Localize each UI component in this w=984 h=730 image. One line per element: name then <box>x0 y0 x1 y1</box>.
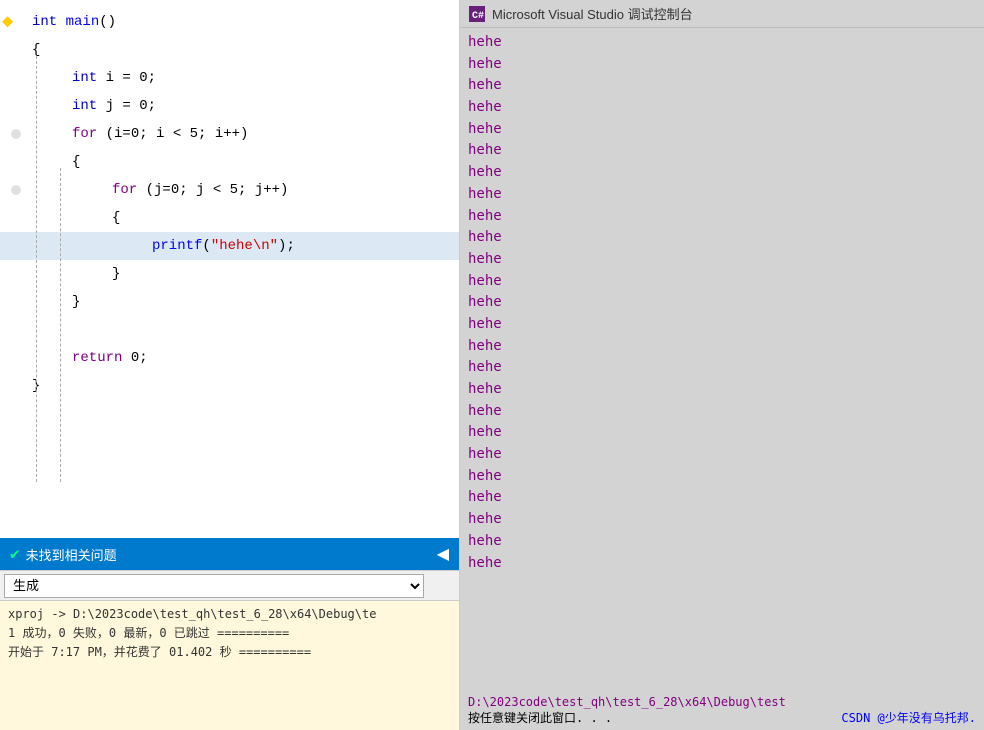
debug-arrow-1: ⬥ <box>2 13 13 31</box>
code-line-11-text: } <box>32 294 80 310</box>
code-panel: ⬥ int main() { int i = 0; int j = 0; <box>0 0 460 730</box>
hehe-line-9: hehe <box>468 206 976 228</box>
code-line-14-text: } <box>32 378 40 394</box>
code-line-5: for (i=0; i < 5; i++) <box>0 120 459 148</box>
hehe-line-18: hehe <box>468 401 976 423</box>
code-line-5-text: for (i=0; i < 5; i++) <box>32 126 248 142</box>
hehe-line-4: hehe <box>468 97 976 119</box>
line-gutter-5 <box>0 129 32 139</box>
code-line-8-text: { <box>32 210 120 226</box>
hehe-line-10: hehe <box>468 227 976 249</box>
code-line-12-text <box>32 322 40 338</box>
hehe-line-17: hehe <box>468 379 976 401</box>
code-line-10-text: } <box>32 266 120 282</box>
hehe-line-23: hehe <box>468 509 976 531</box>
hehe-line-13: hehe <box>468 292 976 314</box>
status-check-icon: ✔ <box>10 544 20 564</box>
line-gutter-7 <box>0 185 32 195</box>
code-line-1: ⬥ int main() <box>0 8 459 36</box>
debug-credit: CSDN @少年没有乌托邦. <box>841 709 976 726</box>
build-toolbar: 生成 <box>0 571 459 601</box>
hehe-line-1: hehe <box>468 32 976 54</box>
build-line-3: 开始于 7:17 PM，并花费了 01.402 秒 ========== <box>8 643 451 662</box>
hehe-line-12: hehe <box>468 271 976 293</box>
debug-console-header: C# Microsoft Visual Studio 调试控制台 <box>460 0 984 28</box>
code-line-4: int j = 0; <box>0 92 459 120</box>
hehe-line-22: hehe <box>468 487 976 509</box>
vs-icon: C# <box>468 5 486 23</box>
hehe-line-3: hehe <box>468 75 976 97</box>
debug-output[interactable]: hehe hehe hehe hehe hehe hehe hehe hehe … <box>460 28 984 691</box>
svg-text:C#: C# <box>472 11 484 22</box>
hehe-line-15: hehe <box>468 336 976 358</box>
code-line-2-text: { <box>32 42 40 58</box>
build-panel: 生成 xproj -> D:\2023code\test_qh\test_6_2… <box>0 570 459 730</box>
hehe-line-19: hehe <box>468 422 976 444</box>
code-line-11: } <box>0 288 459 316</box>
code-line-14: } <box>0 372 459 400</box>
debug-path: D:\2023code\test_qh\test_6_28\x64\Debug\… <box>468 695 976 709</box>
debug-console: C# Microsoft Visual Studio 调试控制台 hehe he… <box>460 0 984 730</box>
hehe-line-2: hehe <box>468 54 976 76</box>
debug-close-msg: 按任意键关闭此窗口. . . <box>468 709 612 726</box>
hehe-line-24: hehe <box>468 531 976 553</box>
code-line-13: return 0; <box>0 344 459 372</box>
build-dropdown[interactable]: 生成 <box>4 574 424 598</box>
code-line-12 <box>0 316 459 344</box>
code-editor[interactable]: ⬥ int main() { int i = 0; int j = 0; <box>0 0 459 538</box>
code-line-10: } <box>0 260 459 288</box>
hehe-line-25: hehe <box>468 553 976 575</box>
code-line-2: { <box>0 36 459 64</box>
hehe-line-14: hehe <box>468 314 976 336</box>
hehe-line-11: hehe <box>468 249 976 271</box>
build-line-2: 1 成功，0 失败，0 最新，0 已跳过 ========== <box>8 624 451 643</box>
hehe-line-8: hehe <box>468 184 976 206</box>
code-line-6-text: { <box>32 154 80 170</box>
status-message: 未找到相关问题 <box>26 545 117 564</box>
hehe-line-21: hehe <box>468 466 976 488</box>
hehe-line-16: hehe <box>468 357 976 379</box>
console-title: Microsoft Visual Studio 调试控制台 <box>492 4 693 23</box>
code-line-7: for (j=0; j < 5; j++) <box>0 176 459 204</box>
code-line-6: { <box>0 148 459 176</box>
hehe-line-20: hehe <box>468 444 976 466</box>
code-line-9-text: printf("hehe\n"); <box>32 238 295 254</box>
status-left: ✔ 未找到相关问题 <box>10 544 117 564</box>
hehe-line-5: hehe <box>468 119 976 141</box>
code-line-3: int i = 0; <box>0 64 459 92</box>
main-area: ⬥ int main() { int i = 0; int j = 0; <box>0 0 984 730</box>
build-line-1: xproj -> D:\2023code\test_qh\test_6_28\x… <box>8 605 451 624</box>
code-line-7-text: for (j=0; j < 5; j++) <box>32 182 288 198</box>
code-line-13-text: return 0; <box>32 350 148 366</box>
code-line-4-text: int j = 0; <box>32 98 156 114</box>
hehe-line-7: hehe <box>468 162 976 184</box>
code-line-3-text: int i = 0; <box>32 70 156 86</box>
code-line-9: printf("hehe\n"); <box>0 232 459 260</box>
status-bar: ✔ 未找到相关问题 ◀ <box>0 538 459 570</box>
debug-bottom: D:\2023code\test_qh\test_6_28\x64\Debug\… <box>460 691 984 730</box>
code-line-8: { <box>0 204 459 232</box>
code-line-1-text: int main() <box>32 14 116 30</box>
build-output: xproj -> D:\2023code\test_qh\test_6_28\x… <box>0 601 459 730</box>
hehe-line-6: hehe <box>468 140 976 162</box>
status-arrow-button[interactable]: ◀ <box>437 544 449 564</box>
